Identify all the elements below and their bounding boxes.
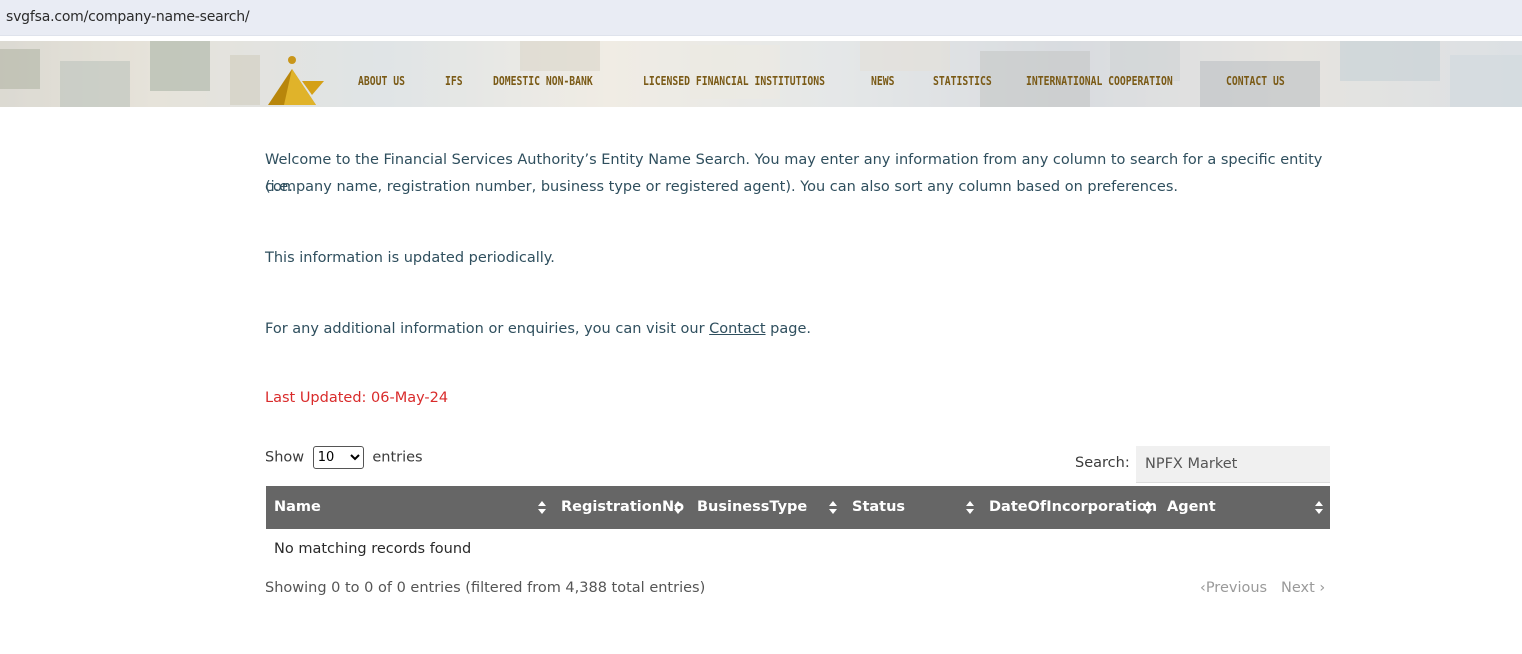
nav-item-international-cooperation[interactable]: INTERNATIONAL COOPERATION: [1026, 73, 1173, 88]
chevron-right-icon: ›: [1319, 580, 1326, 596]
next-label: Next: [1281, 580, 1315, 596]
show-label: Show: [265, 449, 305, 466]
page-length-select[interactable]: 10: [312, 446, 364, 469]
table-header-row: Name RegistrationNo BusinessType Status …: [266, 486, 1330, 529]
next-button[interactable]: Next ›: [1281, 580, 1325, 596]
column-header-business-type[interactable]: BusinessType: [697, 486, 807, 529]
nav-item-about-us[interactable]: ABOUT US: [358, 73, 405, 88]
contact-prefix: For any additional information or enquir…: [265, 321, 710, 337]
fsa-logo-icon[interactable]: [266, 55, 324, 105]
sort-registration-no-icon[interactable]: [674, 501, 683, 515]
contact-note: For any additional information or enquir…: [265, 316, 811, 343]
url-text[interactable]: svgfsa.com/company-name-search/: [6, 9, 250, 25]
nav-item-news[interactable]: NEWS: [871, 73, 894, 88]
nav-item-licensed-financial-institutions[interactable]: LICENSED FINANCIAL INSTITUTIONS: [643, 73, 825, 88]
sort-agent-icon[interactable]: [1315, 501, 1324, 515]
contact-link[interactable]: Contact: [709, 321, 765, 337]
sort-date-of-incorporation-icon[interactable]: [1144, 501, 1153, 515]
nav-item-domestic-non-bank[interactable]: DOMESTIC NON-BANK: [493, 73, 593, 88]
last-updated-text: Last Updated: 06-May-24: [265, 390, 449, 406]
column-header-name[interactable]: Name: [274, 486, 321, 529]
nav-item-statistics[interactable]: STATISTICS: [933, 73, 992, 88]
column-header-date-of-incorporation[interactable]: DateOfIncorporation: [989, 486, 1157, 529]
entries-label: entries: [372, 449, 423, 466]
sort-business-type-icon[interactable]: [829, 501, 838, 515]
intro-line-2: company name, registration number, busin…: [265, 179, 1178, 195]
search-label: Search:: [1075, 455, 1130, 471]
column-header-registration-no[interactable]: RegistrationNo: [561, 486, 684, 529]
update-note: This information is updated periodically…: [265, 250, 555, 266]
table-info: Showing 0 to 0 of 0 entries (filtered fr…: [265, 580, 706, 596]
page-length-control: Show 10 entries: [265, 446, 423, 469]
nav-item-contact-us[interactable]: CONTACT US: [1226, 73, 1285, 88]
column-header-agent[interactable]: Agent: [1167, 486, 1216, 529]
empty-table-message: No matching records found: [274, 541, 472, 557]
site-header: ABOUT US IFS DOMESTIC NON-BANK LICENSED …: [0, 41, 1522, 107]
search-input[interactable]: [1136, 446, 1330, 483]
nav-item-ifs[interactable]: IFS: [445, 73, 463, 88]
sort-name-icon[interactable]: [538, 501, 547, 515]
previous-button[interactable]: ‹Previous: [1200, 580, 1267, 596]
column-header-status[interactable]: Status: [852, 486, 905, 529]
previous-label: Previous: [1205, 580, 1268, 596]
contact-suffix: page.: [765, 321, 811, 337]
browser-address-bar[interactable]: svgfsa.com/company-name-search/: [0, 0, 1522, 36]
sort-status-icon[interactable]: [966, 501, 975, 515]
